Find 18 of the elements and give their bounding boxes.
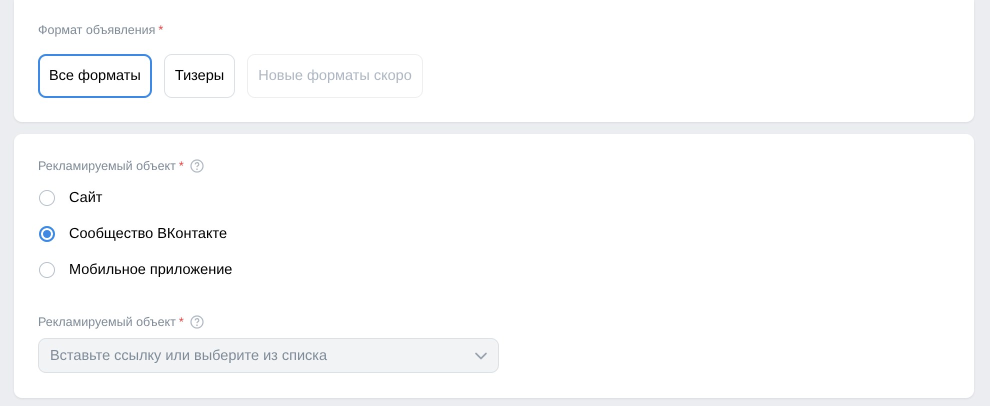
radio-label[interactable]: Мобильное приложение	[69, 262, 232, 278]
format-option[interactable]: Все форматы	[38, 54, 152, 98]
radio-label[interactable]: Сайт	[69, 190, 102, 206]
radio-button[interactable]	[39, 190, 55, 206]
chevron-down-icon	[475, 352, 487, 360]
help-icon[interactable]	[190, 159, 204, 173]
field-label: Формат объявления	[38, 23, 156, 37]
help-icon[interactable]	[190, 315, 204, 329]
required-mark: *	[178, 159, 184, 173]
field-label: Рекламируемый объект	[38, 315, 176, 329]
required-mark: *	[158, 23, 164, 37]
format-option[interactable]: Тизеры	[164, 54, 236, 98]
radio-button[interactable]	[39, 226, 55, 242]
radio-label[interactable]: Сообщество ВКонтакте	[69, 226, 228, 242]
radio-button[interactable]	[39, 262, 55, 278]
select-field[interactable]: Вставьте ссылку или выберите из списка	[38, 338, 499, 373]
field-label: Рекламируемый объект	[38, 159, 176, 173]
required-mark: *	[178, 315, 184, 329]
